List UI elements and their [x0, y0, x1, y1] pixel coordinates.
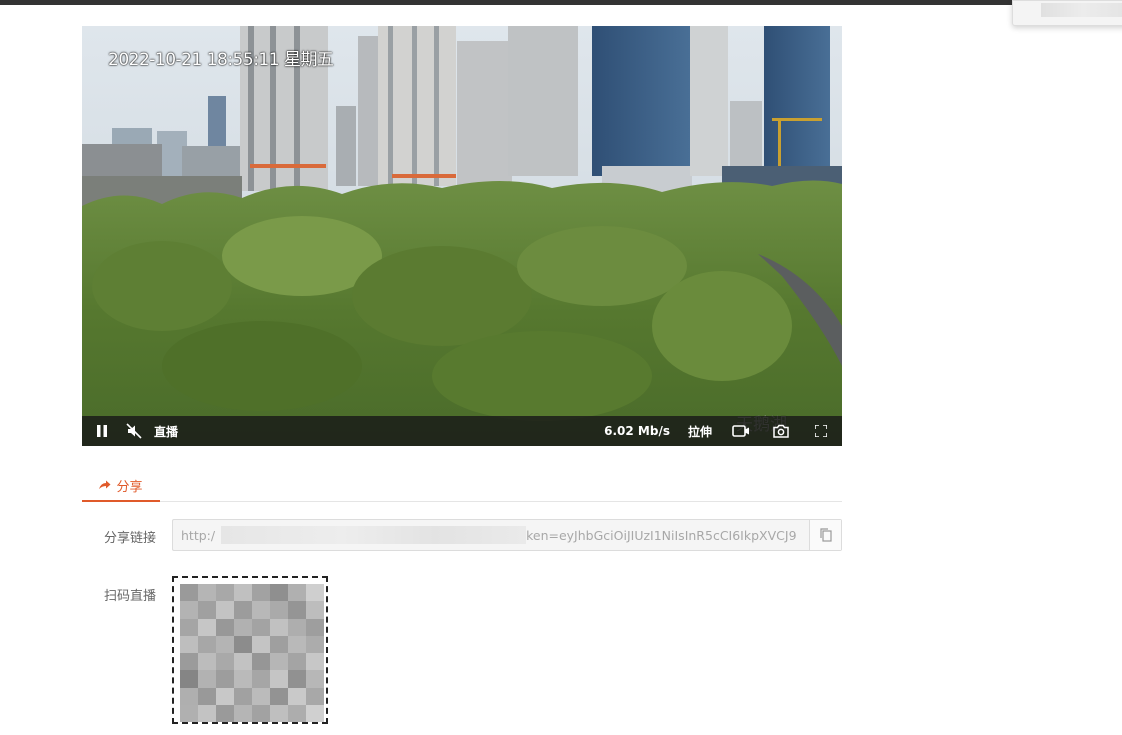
share-link-start: http:/: [181, 527, 216, 543]
record-button[interactable]: [728, 416, 754, 446]
mute-icon: [126, 423, 142, 439]
record-icon: [732, 425, 749, 437]
snapshot-button[interactable]: [768, 416, 794, 446]
bitrate-readout: 6.02 Mb/s: [604, 424, 670, 438]
camera-icon: [773, 424, 789, 438]
qr-code-blurred: [180, 584, 324, 722]
qr-live-label: 扫码直播: [104, 589, 157, 604]
tab-share-label: 分享: [116, 479, 143, 495]
copy-icon: [819, 528, 832, 542]
pause-icon: [97, 425, 107, 437]
video-player[interactable]: 2022-10-21 18:55:11 星期五 天鹅湖 直播 6.02 Mb/s…: [82, 26, 842, 446]
fullscreen-button[interactable]: [808, 416, 834, 446]
share-arrow-icon: [99, 480, 111, 489]
pause-button[interactable]: [82, 416, 122, 446]
live-label: 直播: [154, 424, 179, 439]
redacted-url-segment: [221, 526, 527, 544]
share-link-end: ken=eyJhbGciOiJIUzI1NiIsInR5cCI6IkpXVCJ9: [526, 527, 797, 543]
blurred-content: [1041, 3, 1122, 17]
player-control-bar: 直播 6.02 Mb/s 拉伸: [82, 416, 842, 446]
corner-popup: [1012, 0, 1122, 26]
tab-bar: 分享: [82, 470, 842, 502]
copy-link-button[interactable]: [809, 520, 841, 550]
tab-share[interactable]: 分享: [82, 470, 160, 502]
share-link-label: 分享链接: [104, 531, 157, 546]
stretch-button[interactable]: 拉伸: [688, 423, 712, 440]
mute-button[interactable]: [122, 416, 146, 446]
video-timestamp: 2022-10-21 18:55:11 星期五: [108, 50, 334, 70]
qr-code: [172, 576, 328, 724]
share-link-field: http:/ ken=eyJhbGciOiJIUzI1NiIsInR5cCI6I…: [172, 519, 842, 551]
share-link-value[interactable]: http:/ ken=eyJhbGciOiJIUzI1NiIsInR5cCI6I…: [173, 520, 809, 550]
fullscreen-icon: [815, 425, 827, 437]
video-frame: [82, 26, 842, 446]
browser-top-bar: [0, 0, 1122, 5]
